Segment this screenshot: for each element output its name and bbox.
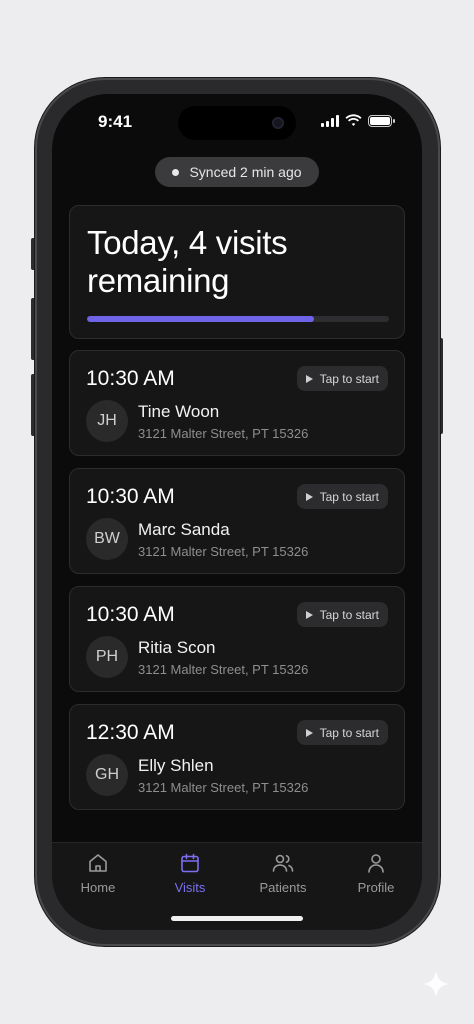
sync-dot-icon (172, 168, 180, 176)
tab-label: Profile (357, 880, 395, 895)
avatar: JH (86, 400, 128, 442)
avatar: PH (86, 636, 128, 678)
tab-home[interactable]: Home (52, 851, 144, 901)
status-icons (321, 114, 395, 127)
tab-visits[interactable]: Visits (144, 851, 236, 901)
patient-address: 3121 Malter Street, PT 15326 (138, 780, 309, 795)
tab-label: Patients (259, 880, 307, 895)
visit-time: 10:30 AM (86, 603, 175, 626)
progress-bar (87, 316, 389, 322)
tab-label: Home (80, 880, 116, 895)
visit-time: 10:30 AM (86, 485, 175, 508)
phone-screen: 9:41 Synced 2 min ago Today, 4 visits re… (52, 94, 422, 930)
home-icon (89, 854, 107, 872)
visit-card[interactable]: 10:30 AM Tap to start PH Ritia Scon 3121… (69, 586, 405, 692)
status-time: 9:41 (98, 112, 133, 131)
camera-icon (272, 117, 284, 129)
play-icon (305, 374, 313, 383)
dynamic-island (178, 106, 296, 140)
tap-to-start-button[interactable]: Tap to start (296, 602, 388, 627)
visit-card[interactable]: 10:30 AM Tap to start JH Tine Woon 3121 … (69, 350, 405, 456)
signal-icon (321, 114, 339, 127)
play-icon (305, 728, 313, 737)
avatar: GH (86, 754, 128, 796)
sync-status-label: Synced 2 min ago (189, 164, 302, 180)
visit-time: 12:30 AM (86, 721, 175, 744)
calendar-icon (181, 853, 199, 873)
patient-address: 3121 Malter Street, PT 15326 (138, 544, 309, 559)
summary-title: Today, 4 visits remaining (87, 224, 288, 299)
patient-name: Elly Shlen (138, 756, 214, 775)
home-indicator[interactable] (171, 916, 303, 921)
avatar: BW (86, 518, 128, 560)
wifi-icon (345, 114, 362, 126)
battery-icon (368, 114, 395, 127)
tab-label: Visits (174, 880, 206, 895)
tap-to-start-button[interactable]: Tap to start (296, 720, 388, 745)
tab-profile[interactable]: Profile (330, 851, 422, 901)
patient-name: Ritia Scon (138, 638, 216, 657)
users-icon (272, 854, 294, 872)
visit-card[interactable]: 12:30 AM Tap to start GH Elly Shlen 3121… (69, 704, 405, 810)
sparkle-icon (422, 970, 450, 998)
patient-address: 3121 Malter Street, PT 15326 (138, 662, 309, 677)
sync-status-badge: Synced 2 min ago (155, 157, 319, 187)
tap-to-start-button[interactable]: Tap to start (296, 484, 388, 509)
patient-address: 3121 Malter Street, PT 15326 (138, 426, 309, 441)
start-label: Tap to start (319, 725, 379, 740)
user-icon (368, 854, 384, 873)
patient-name: Marc Sanda (138, 520, 230, 539)
start-label: Tap to start (319, 489, 379, 504)
visit-time: 10:30 AM (86, 367, 175, 390)
start-label: Tap to start (319, 607, 379, 622)
play-icon (305, 492, 313, 501)
visit-card[interactable]: 10:30 AM Tap to start BW Marc Sanda 3121… (69, 468, 405, 574)
summary-card: Today, 4 visits remaining (69, 205, 405, 339)
play-icon (305, 610, 313, 619)
tab-patients[interactable]: Patients (237, 851, 329, 901)
patient-name: Tine Woon (138, 402, 220, 421)
progress-fill (87, 316, 314, 322)
start-label: Tap to start (319, 371, 379, 386)
tap-to-start-button[interactable]: Tap to start (296, 366, 388, 391)
